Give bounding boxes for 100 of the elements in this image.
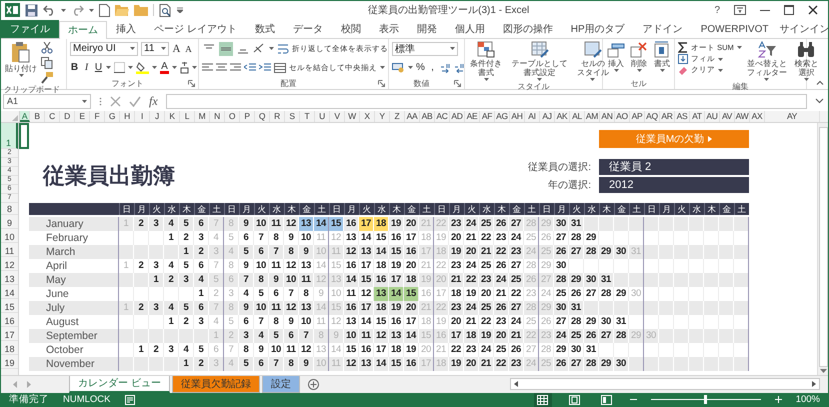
column-header[interactable]: AR	[660, 110, 675, 122]
selector-field[interactable]: 2012	[599, 176, 749, 193]
column-header[interactable]: AE	[465, 110, 480, 122]
column-header[interactable]: X	[360, 110, 375, 122]
align-left-icon[interactable]	[202, 63, 213, 72]
column-header[interactable]: AO	[615, 110, 630, 122]
paste-button[interactable]: 貼り付け	[4, 41, 38, 78]
ribbon-tab[interactable]: ホーム	[59, 20, 107, 40]
column-header[interactable]: M	[195, 110, 210, 122]
column-header[interactable]: AV	[720, 110, 735, 122]
redo-icon[interactable]	[71, 4, 84, 16]
ribbon-tab[interactable]: 挿入	[107, 20, 145, 38]
horizontal-scrollbar[interactable]	[510, 378, 820, 390]
zoom-in-icon[interactable]	[774, 396, 782, 404]
column-header[interactable]: AA	[405, 110, 420, 122]
row-header[interactable]: 16	[1, 312, 18, 327]
macro-record-icon[interactable]	[124, 394, 135, 405]
column-header[interactable]: L	[180, 110, 195, 122]
cell-button[interactable]: 挿入	[606, 41, 626, 72]
font-color-button[interactable]: A	[160, 62, 169, 74]
column-header[interactable]: Q	[255, 110, 270, 122]
column-header[interactable]: F	[90, 110, 105, 122]
column-header[interactable]: AY	[765, 110, 820, 122]
style-button[interactable]: 条件付き書式	[468, 41, 504, 82]
column-header[interactable]: C	[45, 110, 60, 122]
column-header[interactable]: N	[210, 110, 225, 122]
ribbon-tab[interactable]: 数式	[246, 20, 284, 38]
close-icon[interactable]	[808, 5, 818, 16]
grow-font-button[interactable]: A	[172, 42, 181, 55]
save-icon[interactable]	[25, 4, 38, 17]
ribbon-tab[interactable]: HP用のタブ	[562, 20, 634, 38]
sign-in-link[interactable]: サインイン	[777, 20, 828, 38]
ribbon-tab[interactable]: 校閲	[332, 20, 370, 38]
vertical-align-button[interactable]	[219, 42, 233, 56]
column-header[interactable]: AS	[675, 110, 690, 122]
cell-button[interactable]: 削除	[629, 41, 649, 72]
column-header[interactable]: AN	[600, 110, 615, 122]
sheet-tab[interactable]: カレンダー ビュー	[69, 376, 170, 393]
dialog-launcher-icon[interactable]	[454, 80, 461, 87]
column-header[interactable]: P	[240, 110, 255, 122]
shrink-font-button[interactable]: A	[184, 44, 193, 54]
sort-filter-button[interactable]: 並べ替えとフィルター	[744, 41, 790, 82]
column-header[interactable]: J	[150, 110, 165, 122]
phonetic-icon[interactable]	[180, 62, 189, 74]
cut-icon[interactable]	[41, 42, 53, 54]
dialog-launcher-icon[interactable]	[188, 80, 195, 87]
add-sheet-icon[interactable]	[308, 378, 319, 390]
currency-icon[interactable]	[392, 62, 405, 74]
decrease-indent-icon[interactable]	[244, 63, 256, 72]
column-header[interactable]: AK	[555, 110, 570, 122]
column-header[interactable]: D	[60, 110, 75, 122]
vertical-scrollbar[interactable]	[817, 122, 828, 375]
ribbon-tab[interactable]: POWERPIVOT	[692, 20, 778, 38]
column-header[interactable]: T	[300, 110, 315, 122]
bold-button[interactable]: B	[70, 62, 79, 74]
column-header[interactable]: AX	[750, 110, 765, 122]
column-header[interactable]: B	[30, 110, 45, 122]
expand-icon[interactable]	[815, 98, 824, 104]
number-format-field[interactable]: 標準	[392, 42, 458, 56]
column-header[interactable]: AC	[435, 110, 450, 122]
view-button[interactable]	[534, 392, 552, 407]
column-header[interactable]: G	[105, 110, 120, 122]
sheet-tab[interactable]: 設定	[262, 376, 300, 393]
row-header[interactable]: 1	[1, 122, 18, 149]
column-header[interactable]: AH	[510, 110, 525, 122]
italic-button[interactable]: I	[82, 62, 91, 74]
column-header[interactable]: U	[315, 110, 330, 122]
row-header[interactable]: 13	[1, 270, 18, 285]
align-center-icon[interactable]	[216, 63, 227, 72]
ribbon-tab[interactable]: データ	[284, 20, 332, 38]
style-button[interactable]: テーブルとして書式設定	[507, 41, 572, 82]
ribbon-tab[interactable]: ファイル	[1, 20, 59, 38]
row-header[interactable]: 19	[1, 354, 18, 369]
sheet-tab[interactable]: 従業員欠勤記録	[172, 376, 260, 393]
row-header[interactable]: 10	[1, 228, 18, 243]
dialog-launcher-icon[interactable]	[378, 80, 385, 87]
ribbon-display-icon[interactable]	[734, 5, 746, 16]
copy-icon[interactable]	[41, 57, 53, 70]
row-header[interactable]: 9	[1, 214, 18, 229]
find-select-button[interactable]: 検索と選択	[792, 41, 821, 82]
column-header[interactable]: AI	[525, 110, 540, 122]
new-document-icon[interactable]	[99, 4, 110, 17]
column-header[interactable]: H	[120, 110, 135, 122]
cell-button[interactable]: 書式	[652, 41, 672, 72]
spreadsheet-logo-icon[interactable]	[5, 3, 20, 18]
column-header[interactable]: AB	[420, 110, 435, 122]
row-header[interactable]: 18	[1, 340, 18, 355]
increase-decimal-icon[interactable]	[440, 62, 451, 73]
column-header[interactable]: AW	[735, 110, 750, 122]
ribbon-tab[interactable]: ページ レイアウト	[145, 20, 246, 38]
scroll-left-icon[interactable]	[514, 381, 518, 388]
row-header[interactable]: 11	[1, 242, 18, 257]
scroll-right-icon[interactable]	[812, 381, 816, 388]
zoom-level[interactable]: 100%	[796, 394, 820, 406]
column-header[interactable]: I	[135, 110, 150, 122]
font-name-field[interactable]: Meiryo UI	[70, 42, 138, 56]
selected-cell[interactable]	[19, 122, 29, 149]
align-right-icon[interactable]	[230, 63, 241, 72]
comma-button[interactable]: ,	[428, 62, 437, 74]
print-preview-icon[interactable]	[159, 4, 172, 17]
